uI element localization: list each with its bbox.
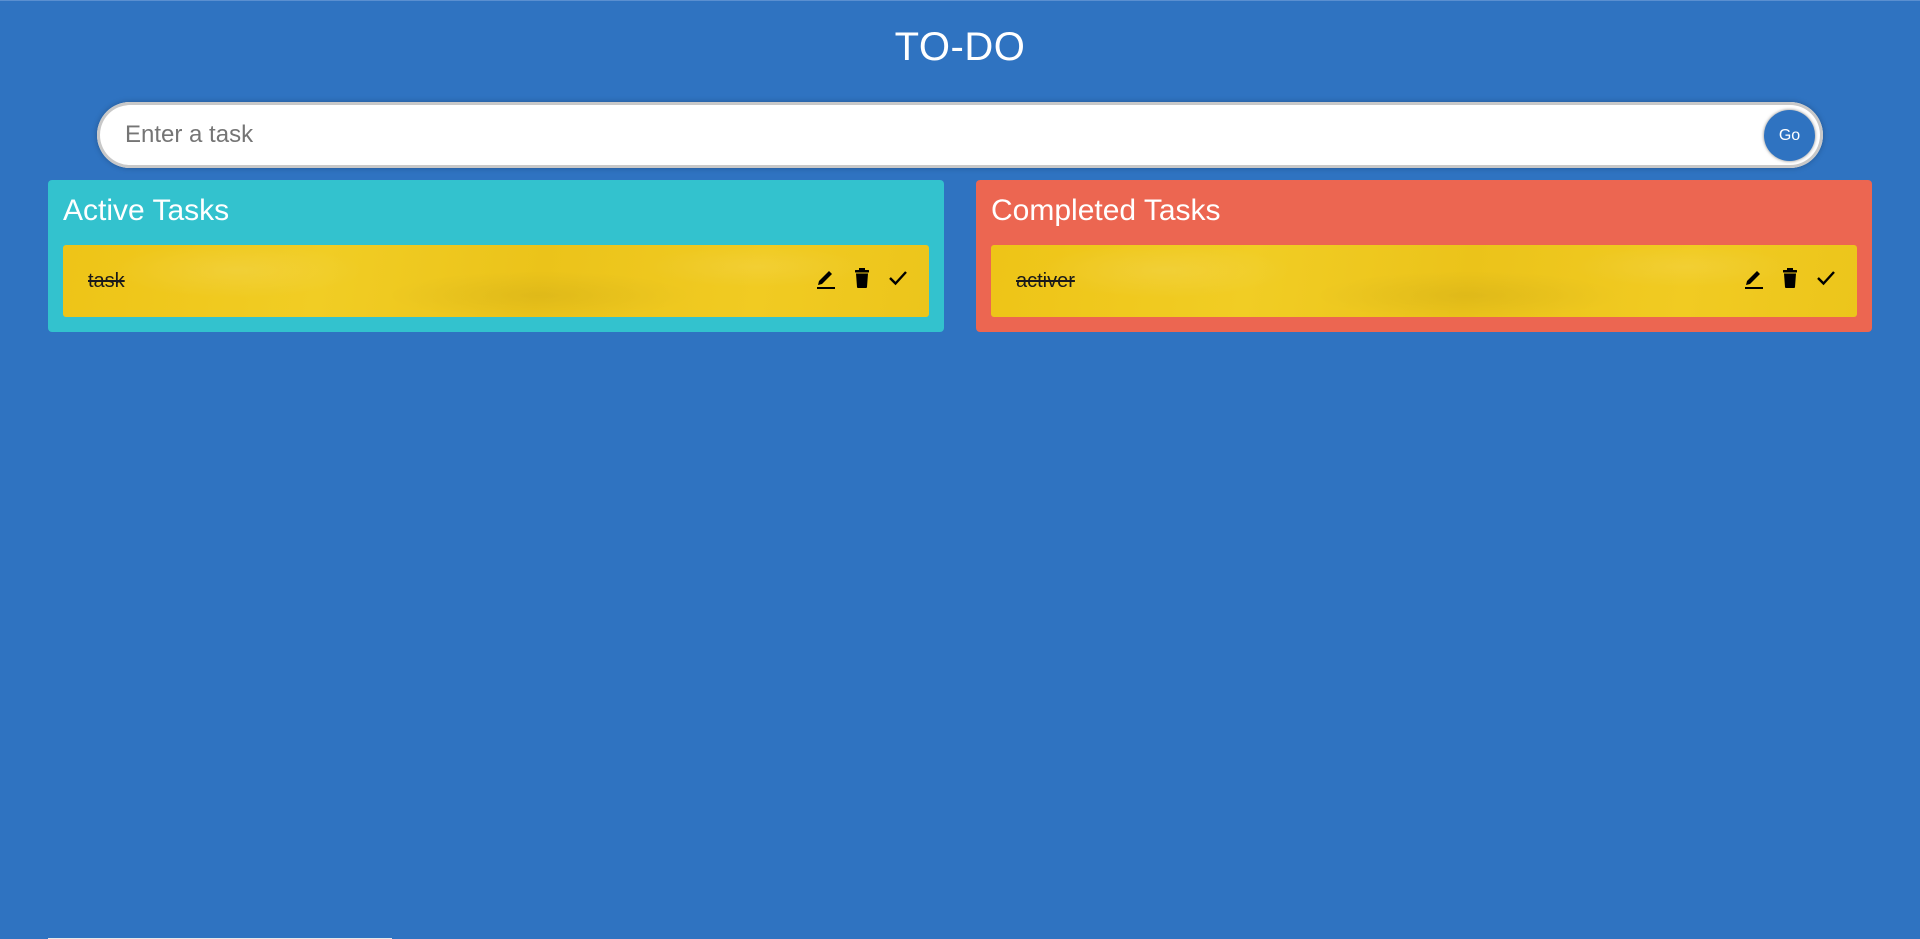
- completed-tasks-panel: Completed Tasks activer: [976, 180, 1872, 332]
- task-card: task: [63, 245, 929, 317]
- delete-icon[interactable]: [851, 267, 873, 289]
- task-input[interactable]: [107, 110, 1747, 160]
- check-icon[interactable]: [1815, 267, 1837, 289]
- task-form: Go: [97, 102, 1823, 168]
- task-text: activer: [1016, 270, 1075, 292]
- check-icon[interactable]: [887, 267, 909, 289]
- edit-icon[interactable]: [1743, 267, 1765, 289]
- app-title: TO-DO: [894, 25, 1026, 69]
- task-actions: [1743, 267, 1837, 289]
- task-card: activer: [991, 245, 1857, 317]
- completed-tasks-title: Completed Tasks: [991, 194, 1221, 227]
- active-tasks-title: Active Tasks: [63, 194, 230, 227]
- active-tasks-panel: Active Tasks task: [48, 180, 944, 332]
- edit-icon[interactable]: [815, 267, 837, 289]
- task-text: task: [88, 270, 125, 292]
- go-button[interactable]: Go: [1764, 110, 1815, 161]
- delete-icon[interactable]: [1779, 267, 1801, 289]
- task-actions: [815, 267, 909, 289]
